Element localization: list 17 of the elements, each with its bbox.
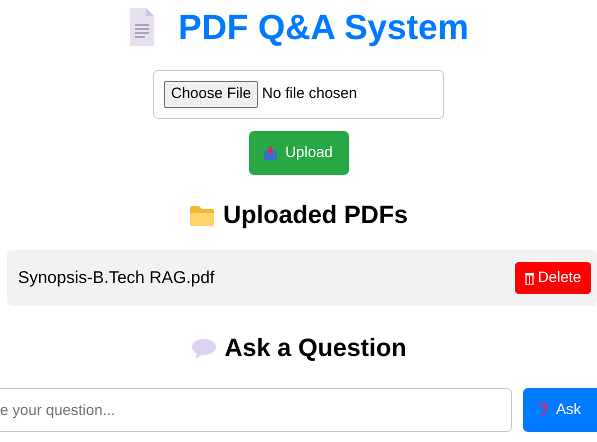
choose-file-button[interactable]: Choose File (164, 81, 258, 108)
question-mark-icon (538, 403, 548, 417)
document-icon (128, 8, 154, 46)
file-name: Synopsis-B.Tech RAG.pdf (18, 267, 215, 290)
file-status: No file chosen (262, 84, 358, 104)
speech-bubble-icon (190, 338, 216, 360)
delete-button[interactable]: Delete (515, 262, 591, 294)
upload-button[interactable]: Upload (248, 131, 348, 175)
section-heading: Uploaded PDFs (223, 203, 408, 228)
page-title: PDF Q&A System (178, 10, 469, 44)
question-field[interactable]: e your question... (0, 388, 512, 432)
section-heading: Ask a Question (224, 336, 406, 361)
ask-button[interactable]: Ask (523, 388, 597, 432)
trash-icon (524, 272, 534, 284)
upload-icon (264, 146, 278, 160)
file-input-field[interactable]: Choose File No file chosen (153, 70, 444, 119)
folder-icon (189, 204, 216, 226)
